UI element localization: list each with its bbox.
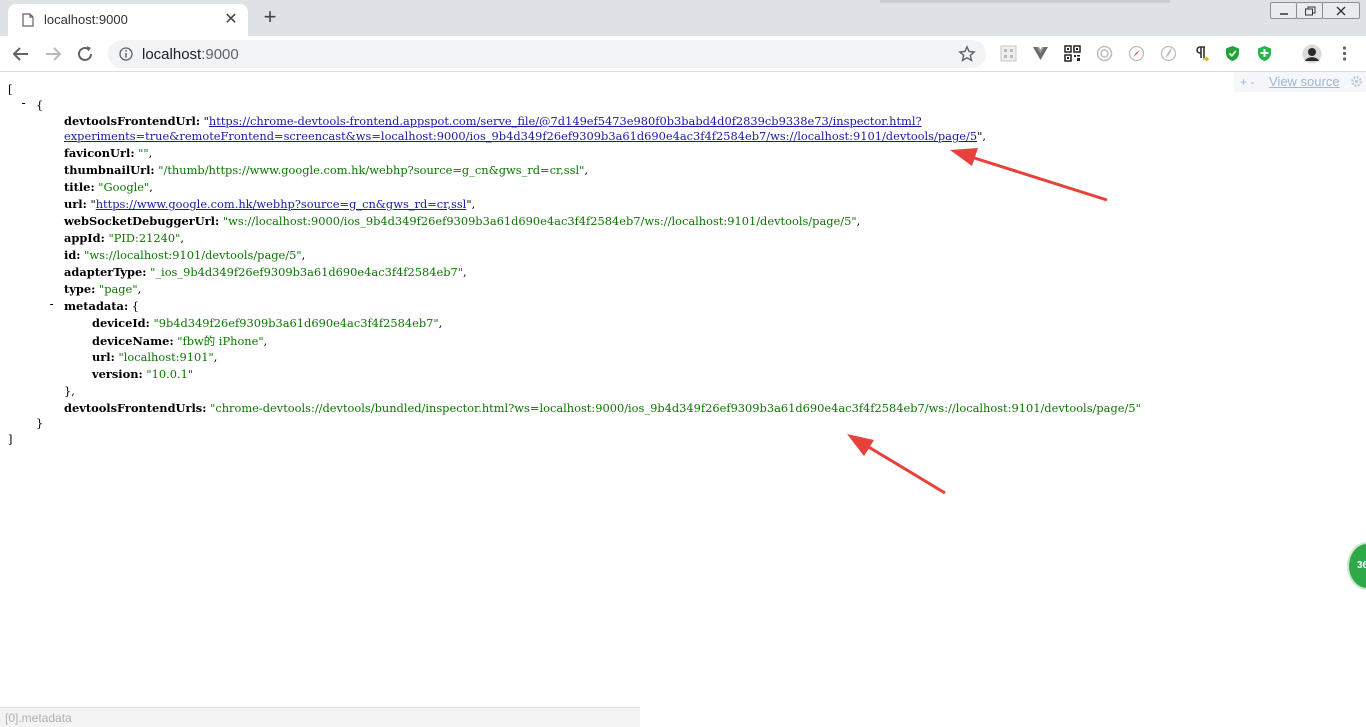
compass-icon[interactable] — [1128, 45, 1145, 62]
json-path-text: [0].metadata — [5, 711, 72, 725]
metadata-close-brace: }, — [64, 384, 75, 398]
json-row-url: url: "https://www.google.com.hk/webhp?so… — [64, 197, 476, 211]
blurred-area — [880, 0, 1170, 3]
json-row-devtoolsFrontendUrls: devtoolsFrontendUrls: "chrome-devtools:/… — [64, 401, 1141, 415]
back-arrow-icon[interactable] — [10, 43, 32, 65]
json-row-metadata: metadata: { — [64, 299, 140, 313]
qr-code-icon[interactable] — [1064, 45, 1081, 62]
collapse-metadata-toggle[interactable]: - — [48, 297, 55, 311]
json-row-webSocketDebuggerUrl: webSocketDebuggerUrl: "ws://localhost:90… — [64, 214, 861, 228]
json-content: [ - { devtoolsFrontendUrl: "https://chro… — [0, 76, 1366, 706]
tab-strip: localhost:9000 ✕ + — [0, 0, 1366, 36]
json-row-metadata-url: url: "localhost:9101", — [92, 350, 218, 364]
page-icon — [22, 13, 34, 27]
google-url-link[interactable]: https://www.google.com.hk/webhp?source=g… — [96, 197, 467, 211]
url-text: localhost:9000 — [142, 46, 239, 63]
feather-icon[interactable] — [1160, 45, 1177, 62]
json-row-devtoolsFrontendUrl-cont: experiments=true&remoteFrontend=screenca… — [64, 129, 986, 143]
array-close-bracket: ] — [8, 432, 13, 446]
pilcrow-icon[interactable] — [1192, 45, 1209, 62]
new-tab-button[interactable]: + — [258, 6, 282, 30]
status-bar: [0].metadata — [0, 707, 640, 727]
minimize-button[interactable] — [1270, 2, 1297, 19]
tab-localhost[interactable]: localhost:9000 ✕ — [8, 4, 248, 36]
restore-icon — [1304, 6, 1315, 16]
json-row-title: title: "Google", — [64, 180, 153, 194]
collapse-object-toggle[interactable]: - — [20, 96, 27, 110]
json-row-thumbnailUrl: thumbnailUrl: "/thumb/https://www.google… — [64, 163, 589, 177]
json-row-version: version: "10.0.1" — [92, 367, 194, 381]
bookmark-star-icon[interactable] — [958, 45, 976, 63]
devtools-frontend-link-cont[interactable]: experiments=true&remoteFrontend=screenca… — [64, 129, 977, 143]
menu-dots-icon[interactable] — [1336, 45, 1353, 62]
close-window-icon — [1336, 6, 1346, 16]
object-close-brace: } — [36, 416, 44, 430]
json-row-id: id: "ws://localhost:9101/devtools/page/5… — [64, 248, 306, 262]
minimize-icon — [1279, 13, 1288, 15]
address-bar[interactable]: localhost:9000 — [108, 40, 986, 68]
shield-green-icon[interactable] — [1224, 45, 1241, 62]
forward-arrow-icon[interactable] — [42, 43, 64, 65]
json-row-adapterType: adapterType: "_ios_9b4d349f26ef9309b3a61… — [64, 265, 467, 279]
browser-toolbar: localhost:9000 — [0, 36, 1366, 72]
close-tab-icon[interactable]: ✕ — [222, 11, 240, 29]
json-row-appId: appId: "PID:21240", — [64, 231, 184, 245]
json-row-faviconUrl: faviconUrl: "", — [64, 146, 153, 160]
tab-title: localhost:9000 — [44, 12, 128, 27]
devtools-frontend-link[interactable]: https://chrome-devtools-frontend.appspot… — [209, 114, 922, 128]
reload-icon[interactable] — [74, 43, 96, 65]
adblock-shield-icon[interactable] — [1256, 45, 1273, 62]
json-row-type: type: "page", — [64, 282, 142, 296]
vue-devtools-icon[interactable] — [1032, 45, 1049, 62]
target-icon[interactable] — [1096, 45, 1113, 62]
extension-grid-icon[interactable] — [1000, 45, 1017, 62]
object-open-brace: { — [36, 98, 44, 112]
array-open-bracket: [ — [8, 82, 13, 96]
json-row-deviceName: deviceName: "fbw的 iPhone", — [92, 334, 268, 348]
restore-button[interactable] — [1296, 2, 1323, 19]
close-window-button[interactable] — [1322, 2, 1360, 19]
info-icon[interactable] — [119, 47, 133, 61]
json-row-devtoolsFrontendUrl: devtoolsFrontendUrl: "https://chrome-dev… — [64, 114, 922, 128]
avatar[interactable] — [1302, 44, 1322, 64]
json-row-deviceId: deviceId: "9b4d349f26ef9309b3a61d690e4ac… — [92, 316, 443, 330]
